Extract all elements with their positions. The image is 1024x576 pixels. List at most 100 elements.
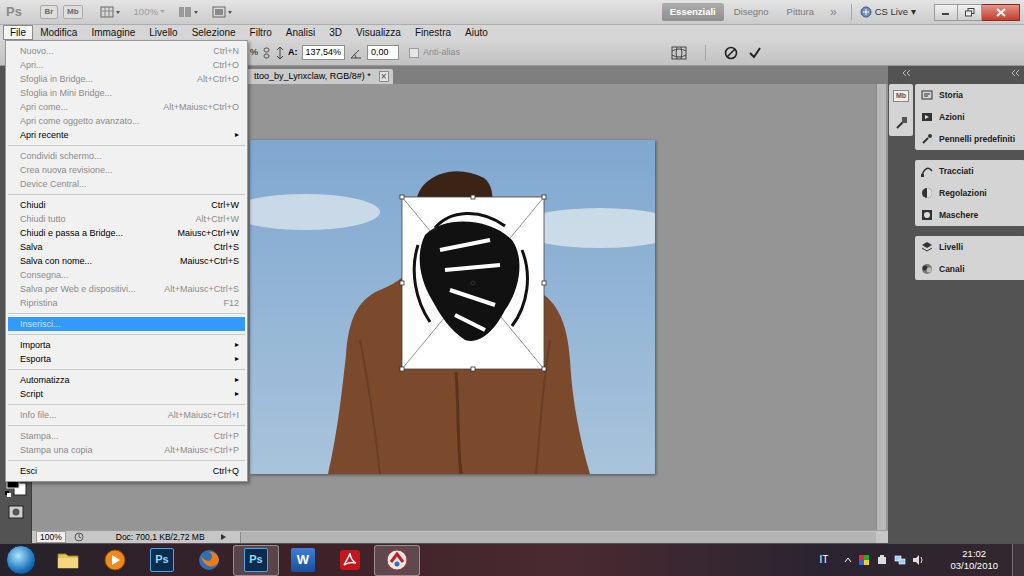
cancel-transform-icon[interactable] (724, 46, 738, 60)
menu-item[interactable]: Importa▸ (8, 338, 245, 352)
cs-live-button[interactable]: CS Live▾ (860, 6, 916, 18)
tool-presets-icon[interactable] (894, 116, 908, 130)
collapse-icon[interactable] (1011, 70, 1021, 76)
minimize-button[interactable] (934, 4, 958, 21)
menu-item[interactable]: Device Central... (8, 177, 245, 191)
menu-item[interactable]: Inserisci... (8, 317, 245, 331)
menu-item[interactable]: SalvaCtrl+S (8, 240, 245, 254)
menu-item[interactable]: Automatizza▸ (8, 373, 245, 387)
menu-item[interactable]: Apri come...Alt+Maiusc+Ctrl+O (8, 100, 245, 114)
restore-button[interactable] (958, 4, 982, 21)
workspace-button[interactable]: Pittura (779, 3, 822, 20)
menu-item[interactable]: Apri come oggetto avanzato... (8, 114, 245, 128)
menu-item[interactable]: Stampa...Ctrl+P (8, 429, 245, 443)
panel-group: TracciatiRegolazioniMaschere (915, 160, 1024, 226)
link-icon[interactable] (262, 47, 272, 59)
menu-item[interactable]: Apri recente▸ (8, 128, 245, 142)
power-icon[interactable] (876, 554, 888, 566)
input-language[interactable]: IT (820, 554, 829, 566)
taskbar-button[interactable]: W (280, 545, 326, 576)
warp-icon[interactable] (671, 46, 687, 60)
arrange-documents-button[interactable] (178, 6, 200, 18)
horizontal-scrollbar[interactable] (240, 532, 876, 543)
taskbar-button[interactable]: Ps (139, 545, 185, 576)
screen-mode-button[interactable] (212, 6, 234, 18)
panel-button[interactable]: Azioni (915, 106, 1024, 128)
clock[interactable]: 21:0203/10/2010 (950, 548, 998, 572)
menu[interactable]: Modifica (33, 25, 84, 40)
panel-button[interactable]: Regolazioni (915, 182, 1024, 204)
menu-item[interactable]: Script▸ (8, 387, 245, 401)
commit-transform-icon[interactable] (748, 46, 762, 60)
panel-button[interactable]: Canali (915, 258, 1024, 280)
shortcut: Ctrl+N (213, 44, 239, 58)
menu-item[interactable]: Sfoglia in Mini Bridge... (8, 86, 245, 100)
menu-item[interactable]: Crea nuova revisione... (8, 163, 245, 177)
view-extras-button[interactable] (100, 6, 122, 18)
flag-icon[interactable] (858, 554, 870, 566)
menu[interactable]: Finestra (408, 25, 458, 40)
menu-item[interactable]: Info file...Alt+Maiusc+Ctrl+I (8, 408, 245, 422)
menu-item[interactable]: Apri...Ctrl+O (8, 58, 245, 72)
bridge-button[interactable]: Br (40, 5, 58, 19)
menu[interactable]: Visualizza (349, 25, 408, 40)
menu-item[interactable]: Chiudi tuttoAlt+Ctrl+W (8, 212, 245, 226)
menu-item[interactable]: ChiudiCtrl+W (8, 198, 245, 212)
zoom-level-dropdown[interactable]: 100% (134, 6, 166, 17)
height-field[interactable]: 137,54% (302, 45, 346, 60)
vertical-scrollbar[interactable] (876, 84, 886, 530)
taskbar-button[interactable] (45, 545, 91, 576)
menu[interactable]: File (3, 25, 33, 40)
menu-item[interactable]: RipristinaF12 (8, 296, 245, 310)
menu[interactable]: Livello (142, 25, 184, 40)
dropdown-arrow: ▾ (911, 6, 916, 17)
status-info-icon[interactable] (74, 532, 84, 542)
network-icon[interactable] (894, 554, 906, 566)
menu-item[interactable]: Stampa una copiaAlt+Maiusc+Ctrl+P (8, 443, 245, 457)
menu[interactable]: 3D (322, 25, 349, 40)
menu-item[interactable]: Sfoglia in Bridge...Alt+Ctrl+O (8, 72, 245, 86)
workspace-button[interactable]: Disegno (726, 3, 777, 20)
status-menu-arrow-icon[interactable] (221, 534, 226, 540)
show-hidden-icons-icon[interactable] (844, 556, 852, 564)
menu-item[interactable]: Consegna... (8, 268, 245, 282)
more-workspaces-button[interactable]: » (824, 5, 843, 19)
acrobat-icon (338, 548, 362, 572)
close-document-button[interactable]: × (379, 71, 389, 82)
menu[interactable]: Selezione (185, 25, 243, 40)
taskbar-button[interactable] (327, 545, 373, 576)
close-button[interactable] (982, 4, 1020, 21)
panel-button[interactable]: Pennelli predefiniti (915, 128, 1024, 150)
mini-bridge-panel-button[interactable]: Mb (893, 90, 909, 102)
anti-alias-checkbox[interactable] (409, 48, 419, 58)
volume-icon[interactable] (912, 554, 924, 566)
taskbar-button[interactable] (374, 545, 420, 576)
menu-item[interactable]: Salva per Web e dispositivi...Alt+Maiusc… (8, 282, 245, 296)
menu-item[interactable]: Chiudi e passa a Bridge...Maiusc+Ctrl+W (8, 226, 245, 240)
menu-item[interactable]: EsciCtrl+Q (8, 464, 245, 478)
photo-canvas[interactable] (250, 140, 655, 474)
quick-mask-icon[interactable] (8, 505, 24, 519)
mini-bridge-button[interactable]: Mb (63, 5, 83, 19)
taskbar-button[interactable]: Ps (233, 545, 279, 576)
menu-item[interactable]: Esporta▸ (8, 352, 245, 366)
menu[interactable]: Analisi (279, 25, 322, 40)
workspace-button[interactable]: Essenziali (662, 3, 724, 20)
angle-field[interactable]: 0,00 (367, 45, 399, 60)
menu-item[interactable]: Condividi schermo... (8, 149, 245, 163)
start-button[interactable] (6, 545, 36, 575)
taskbar-button[interactable] (186, 545, 232, 576)
collapse-icon[interactable] (902, 70, 912, 76)
panel-button[interactable]: Livelli (915, 236, 1024, 258)
menu[interactable]: Aiuto (458, 25, 495, 40)
menu-item[interactable]: Nuovo...Ctrl+N (8, 44, 245, 58)
panel-button[interactable]: Tracciati (915, 160, 1024, 182)
menu[interactable]: Immagine (84, 25, 142, 40)
taskbar-button[interactable] (92, 545, 138, 576)
menu-item[interactable]: Salva con nome...Maiusc+Ctrl+S (8, 254, 245, 268)
zoom-field[interactable]: 100% (36, 531, 66, 543)
panel-button[interactable]: Storia (915, 84, 1024, 106)
menu[interactable]: Filtro (243, 25, 279, 40)
show-desktop-button[interactable] (1012, 544, 1024, 576)
panel-button[interactable]: Maschere (915, 204, 1024, 226)
